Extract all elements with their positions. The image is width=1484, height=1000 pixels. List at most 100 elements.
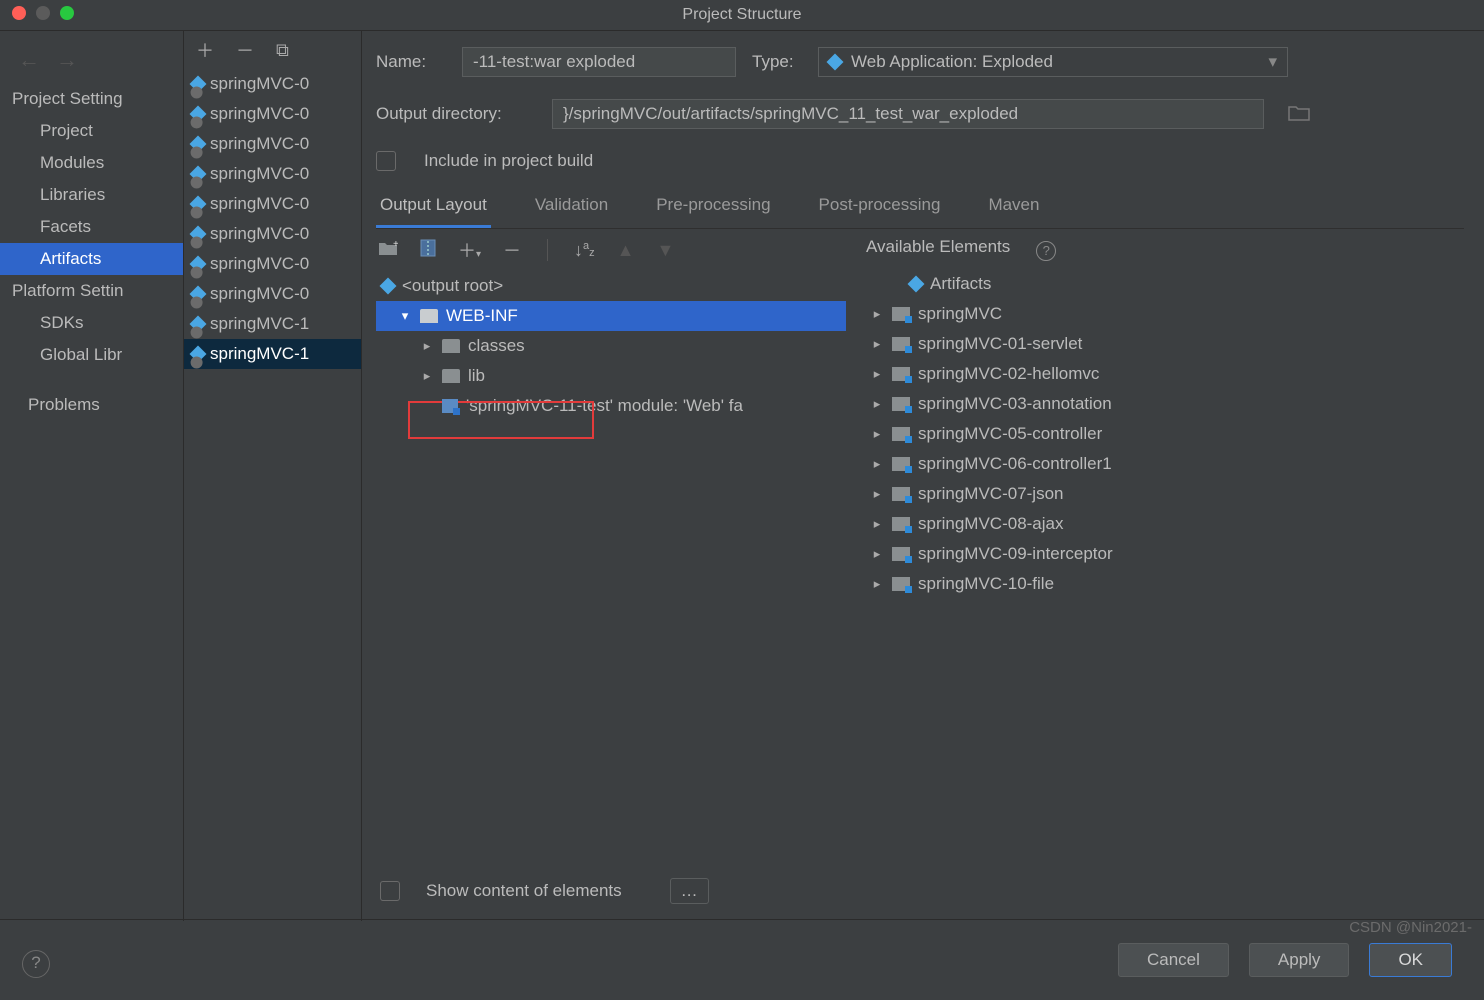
expand-right-icon: ▸ [870, 576, 884, 592]
help-icon[interactable]: ? [1036, 241, 1056, 261]
available-element-item[interactable]: ▸springMVC-03-annotation [864, 389, 1464, 419]
tree-lib-label: lib [468, 366, 485, 386]
module-folder-icon [892, 337, 910, 351]
available-element-item[interactable]: ▸springMVC [864, 299, 1464, 329]
expand-right-icon: ▸ [870, 456, 884, 472]
sort-icon[interactable]: ↓az [574, 240, 595, 261]
artifact-list-item[interactable]: springMVC-0 [184, 99, 361, 129]
tab-preprocessing[interactable]: Pre-processing [652, 187, 774, 228]
highlight-box [408, 401, 594, 439]
artifact-icon [190, 256, 207, 273]
artifact-list-item[interactable]: springMVC-0 [184, 69, 361, 99]
expand-right-icon: ▸ [420, 368, 434, 384]
artifact-tabs: Output Layout Validation Pre-processing … [376, 187, 1464, 229]
artifact-icon [190, 166, 207, 183]
nav-project[interactable]: Project [0, 115, 183, 147]
module-folder-icon [892, 547, 910, 561]
tree-lib[interactable]: ▸ lib [376, 361, 846, 391]
artifact-list-item[interactable]: springMVC-1 [184, 339, 361, 369]
artifact-list-item[interactable]: springMVC-0 [184, 219, 361, 249]
window-minimize-icon[interactable] [36, 6, 50, 20]
tab-maven[interactable]: Maven [984, 187, 1043, 228]
available-element-item[interactable]: ▸springMVC-06-controller1 [864, 449, 1464, 479]
outdir-input[interactable] [552, 99, 1264, 129]
nav-back-icon[interactable]: ← [18, 47, 40, 73]
expand-right-icon: ▸ [420, 338, 434, 354]
show-content-options-button[interactable]: … [670, 878, 709, 904]
show-content-label: Show content of elements [426, 881, 622, 901]
ok-button[interactable]: OK [1369, 943, 1452, 977]
browse-folder-icon[interactable] [1288, 104, 1312, 124]
new-folder-icon[interactable]: + [378, 240, 398, 261]
available-element-item[interactable]: ▸springMVC-09-interceptor [864, 539, 1464, 569]
type-combo[interactable]: Web Application: Exploded ▾ [818, 47, 1288, 77]
available-item-label: springMVC-07-json [918, 484, 1064, 504]
artifact-list-item[interactable]: springMVC-0 [184, 129, 361, 159]
expand-right-icon: ▸ [870, 516, 884, 532]
artifact-list-item[interactable]: springMVC-0 [184, 279, 361, 309]
tab-postprocessing[interactable]: Post-processing [815, 187, 945, 228]
add-artifact-icon[interactable]: ＋ [196, 37, 214, 63]
folder-icon [442, 369, 460, 383]
available-element-item[interactable]: ▸springMVC-05-controller [864, 419, 1464, 449]
expand-right-icon: ▸ [870, 336, 884, 352]
tree-web-inf[interactable]: ▾ WEB-INF [376, 301, 846, 331]
move-up-icon[interactable]: ▲ [617, 240, 635, 261]
artifact-item-label: springMVC-1 [210, 344, 309, 364]
available-element-item[interactable]: ▸Artifacts [864, 269, 1464, 299]
show-content-checkbox[interactable] [380, 881, 400, 901]
artifact-list-item[interactable]: springMVC-0 [184, 189, 361, 219]
artifact-item-label: springMVC-0 [210, 134, 309, 154]
archive-icon[interactable] [420, 239, 436, 262]
artifact-icon [908, 276, 925, 293]
artifact-icon [190, 346, 207, 363]
module-folder-icon [892, 397, 910, 411]
available-element-item[interactable]: ▸ springMVC-10-file [864, 569, 1464, 599]
nav-artifacts[interactable]: Artifacts [0, 243, 183, 275]
cancel-button[interactable]: Cancel [1118, 943, 1229, 977]
move-down-icon[interactable]: ▼ [656, 240, 674, 261]
nav-global-libraries[interactable]: Global Libr [0, 339, 183, 371]
nav-problems[interactable]: Problems [0, 389, 183, 421]
module-icon [442, 399, 458, 413]
available-element-item[interactable]: ▸ springMVC-07-json [864, 479, 1464, 509]
add-copy-icon[interactable]: ＋▾ [458, 237, 481, 263]
module-folder-icon [892, 367, 910, 381]
available-item-label: springMVC-03-annotation [918, 394, 1112, 414]
expand-right-icon: ▸ [870, 546, 884, 562]
window-zoom-icon[interactable] [60, 6, 74, 20]
tab-validation[interactable]: Validation [531, 187, 612, 228]
available-element-item[interactable]: ▸springMVC-08-ajax [864, 509, 1464, 539]
expand-right-icon: ▸ [870, 486, 884, 502]
available-item-label: springMVC-10-file [918, 574, 1054, 594]
artifact-item-label: springMVC-1 [210, 314, 309, 334]
nav-forward-icon[interactable]: → [56, 47, 78, 73]
artifact-item-label: springMVC-0 [210, 224, 309, 244]
nav-libraries[interactable]: Libraries [0, 179, 183, 211]
svg-text:+: + [393, 240, 398, 250]
name-input[interactable] [462, 47, 736, 77]
folder-icon [442, 339, 460, 353]
nav-facets[interactable]: Facets [0, 211, 183, 243]
include-build-checkbox[interactable] [376, 151, 396, 171]
available-element-item[interactable]: ▸springMVC-02-hellomvc [864, 359, 1464, 389]
dialog-help-button[interactable]: ? [22, 950, 50, 978]
nav-modules[interactable]: Modules [0, 147, 183, 179]
artifact-list-item[interactable]: springMVC-0 [184, 249, 361, 279]
artifact-list-item[interactable]: springMVC-1 [184, 309, 361, 339]
available-element-item[interactable]: ▸springMVC-01-servlet [864, 329, 1464, 359]
apply-button[interactable]: Apply [1249, 943, 1350, 977]
remove-item-icon[interactable]: － [503, 237, 521, 263]
window-close-icon[interactable] [12, 6, 26, 20]
artifact-icon [190, 286, 207, 303]
tab-output-layout[interactable]: Output Layout [376, 187, 491, 228]
type-value: Web Application: Exploded [851, 52, 1053, 72]
folder-icon [420, 309, 438, 323]
remove-artifact-icon[interactable]: － [236, 37, 254, 63]
copy-artifact-icon[interactable]: ⧉ [276, 40, 289, 61]
module-folder-icon [892, 487, 910, 501]
tree-classes[interactable]: ▸ classes [376, 331, 846, 361]
artifact-list-item[interactable]: springMVC-0 [184, 159, 361, 189]
nav-sdks[interactable]: SDKs [0, 307, 183, 339]
tree-output-root[interactable]: <output root> [376, 271, 846, 301]
